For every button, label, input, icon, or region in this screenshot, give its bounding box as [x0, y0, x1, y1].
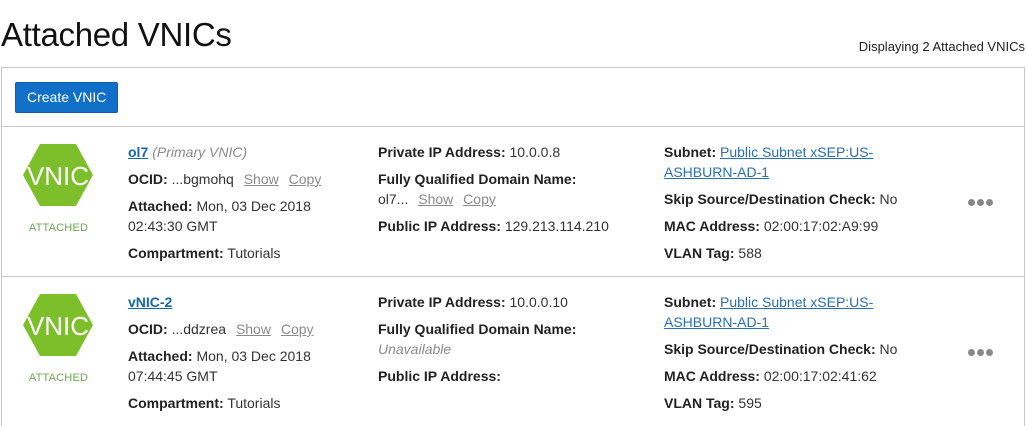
ocid-show-link[interactable]: Show: [244, 171, 279, 187]
compartment-value: Tutorials: [227, 395, 281, 411]
toolbar: Create VNIC: [2, 68, 1024, 127]
private-ip-value: 10.0.0.10: [509, 294, 568, 310]
ip-info-column: Private IP Address: 10.0.0.10 Fully Qual…: [378, 292, 648, 393]
public-ip-value: 129.213.114.210: [504, 218, 609, 234]
subnet-label: Subnet:: [664, 144, 717, 160]
vnic-list-panel: Create VNIC VNIC ATTACHED ol7 (Primary VN…: [1, 67, 1025, 426]
fqdn-copy-link[interactable]: Copy: [463, 191, 496, 207]
public-ip-label: Public IP Address:: [378, 218, 501, 234]
vlan-tag-value: 595: [738, 395, 762, 411]
skip-check-label: Skip Source/Destination Check:: [664, 341, 876, 357]
public-ip-label: Public IP Address:: [378, 368, 501, 384]
fqdn-value: ol7...: [378, 191, 409, 207]
fqdn-value: Unavailable: [378, 341, 452, 357]
mac-address-label: MAC Address:: [664, 368, 760, 384]
vnic-row: VNIC ATTACHED vNIC-2 OCID: ...ddzrea Sho…: [2, 277, 1024, 426]
ocid-label: OCID:: [128, 171, 168, 187]
vlan-tag-label: VLAN Tag:: [664, 395, 735, 411]
network-info-column: Subnet: Public Subnet xSEP:US-ASHBURN-AD…: [664, 292, 944, 420]
mac-address-value: 02:00:17:02:41:62: [763, 368, 877, 384]
fqdn-label: Fully Qualified Domain Name:: [378, 171, 577, 187]
vnic-row: VNIC ATTACHED ol7 (Primary VNIC) OCID: ..…: [2, 127, 1024, 277]
vnic-badge-text: VNIC: [27, 311, 89, 341]
ocid-copy-link[interactable]: Copy: [281, 321, 314, 337]
mac-address-value: 02:00:17:02:A9:99: [763, 218, 879, 234]
vlan-tag-label: VLAN Tag:: [664, 245, 735, 261]
create-vnic-button[interactable]: Create VNIC: [15, 82, 119, 113]
vnic-badge-text: VNIC: [27, 161, 89, 191]
page-title: Attached VNICs: [1, 16, 232, 53]
ocid-value: ...ddzrea: [171, 321, 227, 337]
network-info-column: Subnet: Public Subnet xSEP:US-ASHBURN-AD…: [664, 142, 944, 270]
primary-vnic-tag: (Primary VNIC): [152, 144, 248, 160]
fqdn-label: Fully Qualified Domain Name:: [378, 321, 577, 337]
subnet-label: Subnet:: [664, 294, 717, 310]
skip-check-label: Skip Source/Destination Check:: [664, 191, 876, 207]
more-actions-icon[interactable]: [968, 343, 998, 356]
vnic-hexagon-icon: VNIC: [22, 143, 94, 207]
state-label: ATTACHED: [28, 222, 89, 234]
ip-info-column: Private IP Address: 10.0.0.8 Fully Quali…: [378, 142, 648, 243]
compartment-value: Tutorials: [227, 245, 281, 261]
private-ip-label: Private IP Address:: [378, 294, 506, 310]
display-count: Displaying 2 Attached VNICs: [858, 39, 1025, 54]
ocid-value: ...bgmohq: [171, 171, 234, 187]
mac-address-label: MAC Address:: [664, 218, 760, 234]
more-actions-icon[interactable]: [968, 193, 998, 206]
attached-label: Attached:: [128, 348, 193, 364]
vnic-info-column: ol7 (Primary VNIC) OCID: ...bgmohq Show C…: [128, 142, 368, 270]
state-label: ATTACHED: [28, 372, 89, 384]
attached-label: Attached:: [128, 198, 193, 214]
ocid-label: OCID:: [128, 321, 168, 337]
vnic-name-link[interactable]: ol7: [128, 144, 148, 160]
vnic-info-column: vNIC-2 OCID: ...ddzrea Show Copy Attache…: [128, 292, 368, 420]
ocid-show-link[interactable]: Show: [236, 321, 271, 337]
compartment-label: Compartment:: [128, 395, 224, 411]
vlan-tag-value: 588: [738, 245, 762, 261]
skip-check-value: No: [879, 191, 898, 207]
private-ip-label: Private IP Address:: [378, 144, 506, 160]
compartment-label: Compartment:: [128, 245, 224, 261]
vnic-hexagon-icon: VNIC: [22, 293, 94, 357]
private-ip-value: 10.0.0.8: [509, 144, 561, 160]
vnic-name-link[interactable]: vNIC-2: [128, 294, 172, 310]
skip-check-value: No: [879, 341, 898, 357]
ocid-copy-link[interactable]: Copy: [289, 171, 322, 187]
fqdn-show-link[interactable]: Show: [418, 191, 453, 207]
